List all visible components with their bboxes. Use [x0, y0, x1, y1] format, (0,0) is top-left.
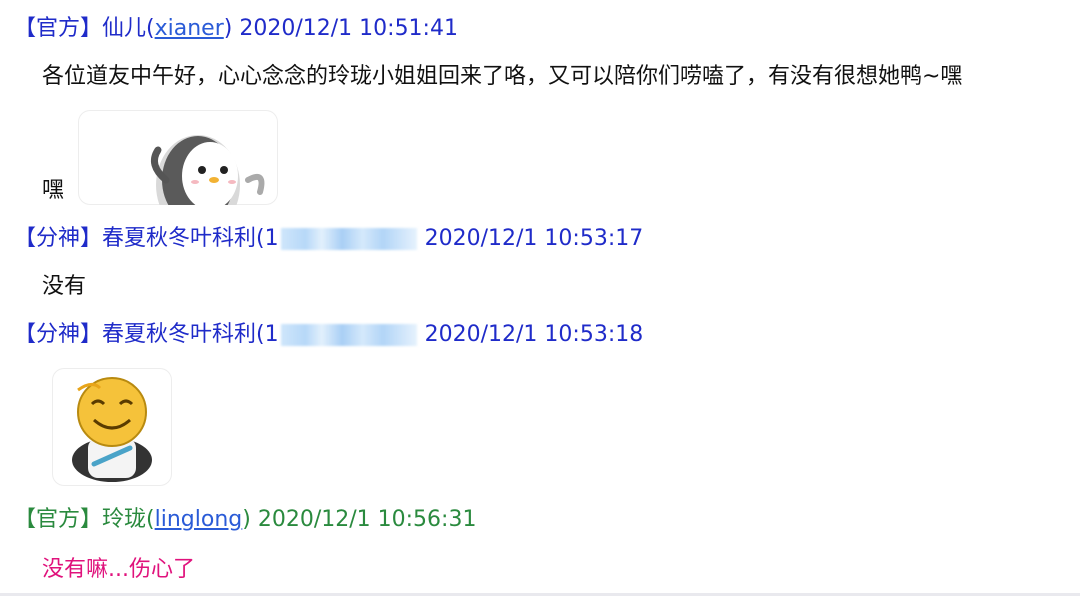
- message-header: 【官方】仙儿(xianer) 2020/12/1 10:51:41: [14, 12, 458, 46]
- smiley-face-icon: [72, 377, 152, 482]
- message-timestamp: 2020/12/1 10:51:41: [239, 16, 458, 41]
- smiley-sticker[interactable]: [52, 368, 172, 486]
- message-text: 各位道友中午好，心心念念的玲珑小姐姐回来了咯，又可以陪你们唠嗑了，有没有很想她鸭…: [42, 64, 963, 89]
- sender-nickname[interactable]: 春夏秋冬叶科利: [102, 322, 256, 347]
- message-timestamp: 2020/12/1 10:56:31: [257, 507, 477, 532]
- role-tag: 【分神】: [14, 322, 103, 347]
- message-timestamp: 2020/12/1 10:53:18: [424, 322, 644, 347]
- role-tag: 【官方】: [14, 507, 103, 532]
- sender-nickname[interactable]: 玲珑: [102, 507, 146, 532]
- sender-username-link[interactable]: xianer: [155, 16, 224, 41]
- paren: (: [146, 16, 155, 41]
- message-header: 【官方】玲珑(linglong) 2020/12/1 10:56:31: [14, 503, 476, 537]
- sender-nickname[interactable]: 春夏秋冬叶科利: [102, 226, 256, 251]
- message-text: 没有: [42, 274, 87, 299]
- paren: (: [146, 507, 155, 532]
- sender-username-partial: 1: [264, 226, 279, 251]
- paren: ): [242, 507, 251, 532]
- paren: (: [256, 226, 265, 251]
- message-text: 没有嘛...伤心了: [42, 557, 195, 582]
- message-header: 【分神】春夏秋冬叶科利(1 2020/12/1 10:53:18: [14, 318, 643, 352]
- message-timestamp: 2020/12/1 10:53:17: [424, 226, 644, 251]
- sender-username-link[interactable]: linglong: [155, 507, 243, 532]
- message-header: 【分神】春夏秋冬叶科利(1 2020/12/1 10:53:17: [14, 222, 643, 256]
- role-tag: 【官方】: [14, 16, 103, 41]
- chat-log: 【官方】仙儿(xianer) 2020/12/1 10:51:41 各位道友中午…: [0, 0, 1080, 596]
- penguin-icon: [150, 135, 265, 205]
- redacted-username-blur: [280, 324, 417, 346]
- sender-nickname[interactable]: 仙儿: [102, 16, 146, 41]
- paren: (: [256, 322, 265, 347]
- paren: ): [223, 16, 233, 41]
- role-tag: 【分神】: [14, 226, 103, 251]
- message-text-continued: 嘿: [42, 178, 65, 203]
- redacted-username-blur: [280, 228, 417, 250]
- penguin-sticker[interactable]: [78, 110, 278, 205]
- sender-username-partial: 1: [264, 322, 279, 347]
